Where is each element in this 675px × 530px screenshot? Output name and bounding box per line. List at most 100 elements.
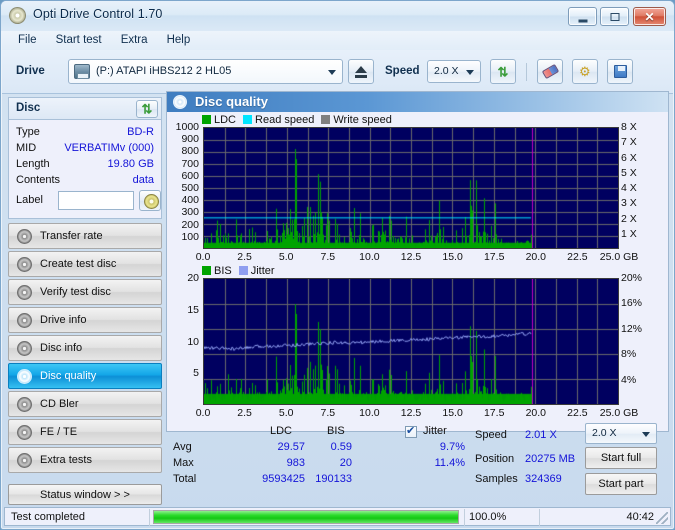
panel-header: Disc quality — [167, 92, 668, 112]
chart-ldc-ytick-right: 3 X — [621, 197, 637, 210]
stats-total-ldc: 9593425 — [262, 473, 305, 485]
stats-speed-label: Speed — [475, 429, 507, 441]
drive-label: Drive — [16, 65, 45, 77]
nav-item-extra-tests[interactable]: Extra tests — [8, 447, 162, 473]
nav-item-label: Create test disc — [40, 258, 117, 270]
chart-bis-ytick-left: 15 — [187, 303, 199, 316]
stats-avg-jitter: 9.7% — [439, 441, 465, 453]
chart-ldc-legend: LDC Read speed Write speed — [202, 114, 399, 126]
nav-item-label: Transfer rate — [40, 230, 103, 242]
menu-bar: File Start test Extra Help — [2, 31, 673, 50]
tools-button[interactable]: ⚙ — [572, 59, 598, 84]
start-full-button[interactable]: Start full — [585, 447, 657, 469]
stats-row-label-avg: Avg — [173, 441, 192, 453]
chart-ldc-xtick: 22.5 — [567, 251, 588, 263]
chart-bis-xtick: 2.5 — [237, 407, 252, 419]
nav-item-fe-te[interactable]: FE / TE — [8, 419, 162, 445]
eject-button[interactable] — [348, 59, 374, 84]
progress-bar — [153, 510, 459, 524]
chart-bis-legend: BIS Jitter — [202, 265, 282, 277]
chart-ldc-ytick-right: 6 X — [621, 151, 637, 164]
drive-icon — [74, 64, 90, 79]
stats-header-ldc: LDC — [270, 425, 293, 437]
test-speed-select[interactable]: 2.0 X — [585, 423, 657, 444]
chart-bis-ytick-left: 10 — [187, 335, 199, 348]
refresh-button[interactable]: ⇅ — [490, 59, 516, 84]
jitter-checkbox[interactable] — [405, 424, 417, 438]
disc-icon — [17, 369, 32, 384]
disc-row-contents: Contents data — [16, 172, 154, 188]
menu-item-extra[interactable]: Extra — [113, 31, 156, 48]
disc-icon — [17, 397, 32, 412]
drive-select-value: (P:) ATAPI iHBS212 2 HL05 — [96, 65, 232, 77]
stats-max-ldc: 983 — [286, 457, 305, 469]
status-message: Test completed — [11, 511, 85, 523]
disc-icon — [17, 425, 32, 440]
maximize-button[interactable] — [600, 7, 629, 26]
disc-section-header: Disc ⇅ — [8, 97, 162, 119]
chart-bis-xtick: 25.0 GB — [599, 407, 639, 419]
nav-item-create-test-disc[interactable]: Create test disc — [8, 251, 162, 277]
chart-bis-xtick: 20.0 — [525, 407, 547, 419]
menu-item-file[interactable]: File — [10, 31, 45, 48]
chart-ldc-speed: LDC Read speed Write speed 1000 900 800 700 60… — [172, 114, 665, 263]
chart-ldc-xtick: 25.0 GB — [599, 251, 639, 263]
disc-refresh-button[interactable]: ⇅ — [136, 100, 158, 118]
save-button[interactable] — [607, 59, 633, 84]
disc-label-input[interactable] — [58, 191, 134, 210]
chart-bis-xtick: 17.5 — [483, 407, 505, 419]
drive-toolbar: Drive (P:) ATAPI iHBS212 2 HL05 Speed 2.… — [2, 50, 673, 94]
stats-samples-label: Samples — [475, 473, 518, 485]
chart-ldc-ytick-right: 8 X — [621, 121, 637, 133]
chart-bis-xtick: 0.0 — [195, 407, 211, 419]
disc-label-browse-button[interactable] — [139, 190, 161, 211]
speed-select-value: 2.0 X — [434, 65, 459, 77]
minimize-button[interactable] — [568, 7, 597, 26]
disc-contents-value: data — [132, 174, 154, 186]
chart-ldc-ytick-right: 1 X — [621, 227, 637, 240]
nav-item-transfer-rate[interactable]: Transfer rate — [8, 223, 162, 249]
chevron-down-icon — [466, 69, 474, 75]
stats-position-label: Position — [475, 453, 515, 465]
chart-ldc-ytick-right: 2 X — [621, 212, 637, 225]
progress-bar-fill — [154, 511, 458, 523]
chart-bis-plot — [203, 278, 619, 405]
chart-ldc-ytick-left: 400 — [181, 194, 199, 207]
stats-speed-value: 2.01 X — [525, 429, 557, 441]
disc-row-length: Length 19.80 GB — [16, 156, 154, 172]
chart-ldc-ytick-right: 5 X — [621, 166, 637, 179]
nav-item-label: Disc quality — [40, 370, 97, 382]
stats-avg-ldc: 29.57 — [277, 441, 305, 453]
drive-select[interactable]: (P:) ATAPI iHBS212 2 HL05 — [68, 59, 343, 84]
chart-ldc-ytick-left: 800 — [181, 145, 199, 158]
chart-ldc-ytick-left: 500 — [181, 182, 199, 194]
refresh-icon: ⇅ — [497, 64, 509, 79]
nav-item-drive-info[interactable]: Drive info — [8, 307, 162, 333]
stats-max-jitter: 11.4% — [434, 457, 465, 469]
nav-item-disc-quality[interactable]: Disc quality — [8, 363, 162, 389]
nav-item-label: Disc info — [40, 342, 83, 354]
status-window-button[interactable]: Status window > > — [8, 484, 162, 505]
chart-ldc-ytick-left: 1000 — [175, 121, 199, 133]
chart-ldc-xtick: 2.5 — [237, 251, 252, 263]
speed-select[interactable]: 2.0 X — [427, 60, 481, 83]
chevron-down-icon — [642, 431, 650, 437]
nav-item-verify-test-disc[interactable]: Verify test disc — [8, 279, 162, 305]
nav-item-label: Extra tests — [40, 454, 92, 466]
start-part-button[interactable]: Start part — [585, 473, 657, 495]
nav-item-label: FE / TE — [40, 426, 78, 438]
chart-ldc-ytick-right: 7 X — [621, 136, 637, 149]
window-title: Opti Drive Control 1.70 — [33, 7, 163, 21]
nav-item-cd-bler[interactable]: CD Bler — [8, 391, 162, 417]
chart-ldc-plot — [203, 127, 619, 249]
chart-bis-xtick: 22.5 — [567, 407, 588, 419]
chart-ldc-ytick-left: 100 — [181, 230, 199, 243]
menu-item-help[interactable]: Help — [159, 31, 199, 48]
disc-row-type: Type BD-R — [16, 124, 154, 140]
nav-item-disc-info[interactable]: Disc info — [8, 335, 162, 361]
resize-grip[interactable] — [656, 512, 668, 524]
chart-ldc-ytick-right: 4 X — [621, 182, 637, 194]
menu-item-start-test[interactable]: Start test — [48, 31, 110, 48]
erase-button[interactable] — [537, 59, 563, 84]
close-button[interactable]: ✕ — [633, 7, 666, 26]
